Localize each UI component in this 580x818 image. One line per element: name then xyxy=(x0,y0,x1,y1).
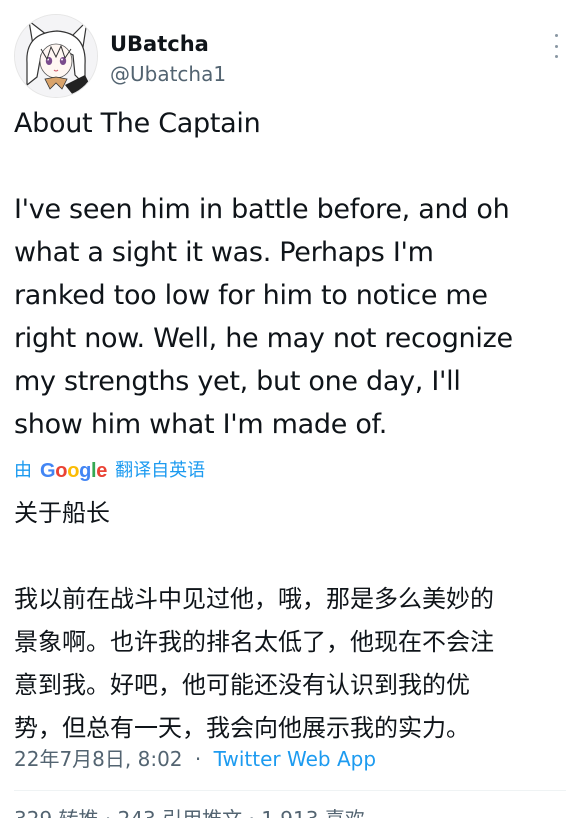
anime-girl-avatar-icon xyxy=(15,15,97,97)
google-letter: g xyxy=(79,460,92,482)
tweet-text: About The Captain I've seen him in battl… xyxy=(14,108,513,440)
translation-attribution[interactable]: 由 Google 翻译自英语 xyxy=(14,457,205,485)
tweet-meta: 22年7月8日, 8:02 · Twitter Web App xyxy=(14,742,376,776)
tweet-stats[interactable]: 329 转推 · 243 引用推文 · 1,913 喜欢 xyxy=(14,804,365,818)
google-letter: o xyxy=(67,460,80,482)
more-options-icon[interactable] xyxy=(546,34,566,58)
user-handle[interactable]: @Ubatcha1 xyxy=(110,58,226,90)
google-logo: Google xyxy=(40,457,107,485)
user-names: UBatcha @Ubatcha1 xyxy=(110,30,226,90)
translation-prefix: 由 xyxy=(14,460,32,481)
display-name[interactable]: UBatcha xyxy=(110,30,226,58)
divider xyxy=(14,790,566,791)
avatar[interactable] xyxy=(14,14,98,98)
translated-tweet-text: 关于船长 我以前在战斗中见过他，哦，那是多么美妙的 景象啊。也许我的排名太低了，… xyxy=(14,499,494,742)
meta-separator: · xyxy=(194,747,202,771)
google-wordmark: Google xyxy=(40,460,107,482)
tweet-header: UBatcha @Ubatcha1 xyxy=(14,14,566,104)
google-letter: e xyxy=(96,460,108,482)
translation-suffix: 翻译自英语 xyxy=(115,460,206,481)
google-letter: o xyxy=(55,460,68,482)
tweet-card: UBatcha @Ubatcha1 About The Captain I've… xyxy=(0,0,580,818)
tweet-timestamp[interactable]: 22年7月8日, 8:02 xyxy=(14,747,183,771)
tweet-source[interactable]: Twitter Web App xyxy=(214,747,376,771)
google-letter: G xyxy=(40,460,56,482)
